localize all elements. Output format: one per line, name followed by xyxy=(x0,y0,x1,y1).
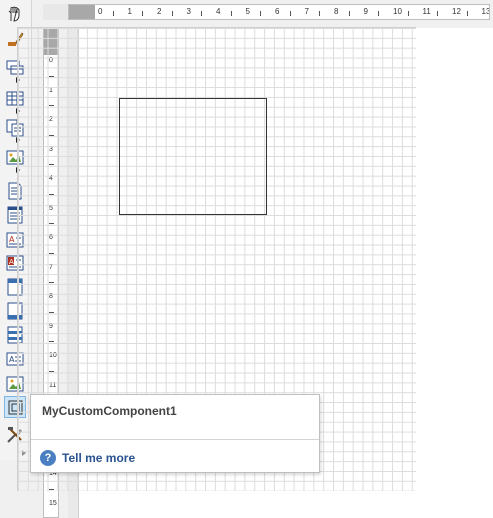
ruler-number: 4 xyxy=(216,7,221,16)
ruler-tick xyxy=(378,11,380,16)
ruler-tick xyxy=(230,11,232,16)
ruler-tick xyxy=(466,11,468,16)
ruler-tick xyxy=(437,11,439,16)
ruler-number: 11 xyxy=(422,7,431,16)
tool-pointer[interactable] xyxy=(4,3,26,25)
ruler-tick xyxy=(142,11,144,16)
ruler-tick xyxy=(201,11,203,16)
hand-pointer-icon xyxy=(8,6,20,22)
ruler-number: 5 xyxy=(245,7,250,16)
ruler-tick xyxy=(289,11,291,16)
ruler-number: 8 xyxy=(334,7,339,16)
ruler-number: 0 xyxy=(98,7,103,16)
svg-text:A: A xyxy=(9,258,14,266)
tooltip-divider xyxy=(31,439,319,440)
ruler-number: 2 xyxy=(157,7,162,16)
ruler-number: 12 xyxy=(452,7,461,16)
ruler-number: 6 xyxy=(275,7,280,16)
ruler-tick xyxy=(260,11,262,16)
tooltip-title: MyCustomComponent1 xyxy=(42,404,177,418)
svg-text:A: A xyxy=(9,355,15,364)
ruler-tick xyxy=(112,11,114,16)
ruler-tick xyxy=(319,11,321,16)
ruler-corner xyxy=(43,4,68,20)
ruler-number: 7 xyxy=(304,7,309,16)
horizontal-ruler: 0 1 2 3 4 5 6 7 8 9 10 11 12 13 xyxy=(68,4,490,20)
svg-text:A: A xyxy=(9,235,15,244)
ruler-number: 1 xyxy=(127,7,132,16)
ruler-number: 15 xyxy=(49,499,57,507)
ruler-tick xyxy=(171,11,173,16)
component-tooltip: MyCustomComponent1 ? Tell me more xyxy=(30,394,320,473)
ruler-tick xyxy=(407,11,409,16)
ruler-number: 3 xyxy=(186,7,191,16)
custom-component-placeholder[interactable] xyxy=(119,98,267,215)
ruler-margin xyxy=(69,5,95,19)
ruler-number: 10 xyxy=(393,7,402,16)
tell-me-more-label: Tell me more xyxy=(62,451,136,465)
help-icon: ? xyxy=(40,450,56,466)
ruler-number: 9 xyxy=(363,7,368,16)
ruler-tick xyxy=(348,11,350,16)
ruler-number: 13 xyxy=(481,7,490,16)
